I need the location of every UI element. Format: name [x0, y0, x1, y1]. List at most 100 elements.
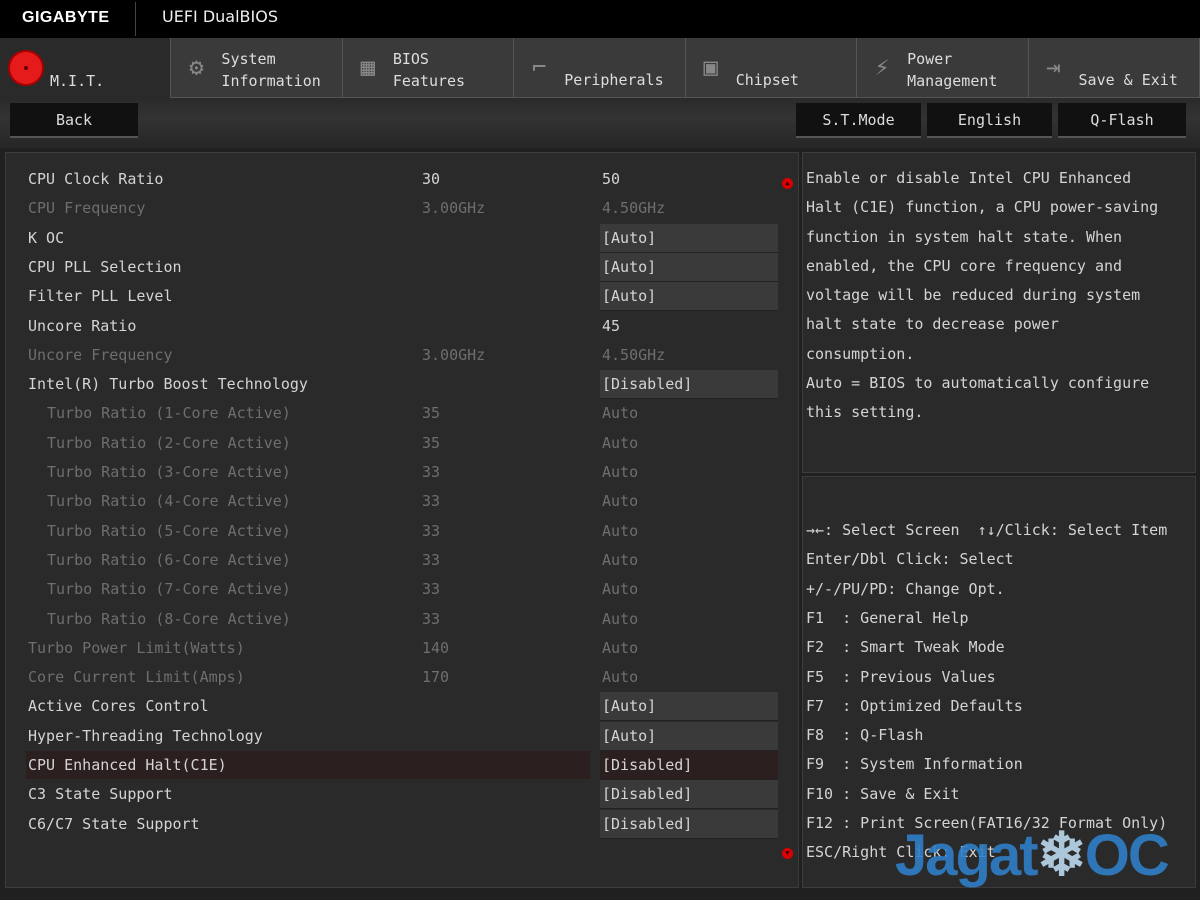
setting-current-value: 35	[422, 433, 441, 452]
setting-label: Hyper-Threading Technology	[28, 726, 263, 745]
jagatoc-watermark: Jagat❄OC	[895, 821, 1170, 888]
setting-row[interactable]: Filter PLL Level [Auto]	[28, 282, 780, 312]
gear-icon: ⚙	[189, 53, 204, 81]
setting-row[interactable]: Active Cores Control [Auto]	[28, 692, 780, 722]
tab-information[interactable]: ⚙ System Information	[171, 38, 343, 98]
setting-row: CPU Frequency 3.00GHz 4.50GHz	[28, 194, 780, 222]
key-help-line: F9 : System Information	[806, 755, 1023, 774]
tab-label-line1: Power	[907, 50, 953, 68]
tab-label: Chipset	[735, 71, 799, 89]
setting-value: Auto	[602, 463, 639, 481]
setting-label: Turbo Ratio (5-Core Active)	[47, 521, 291, 540]
snowflake-icon: ❄	[1036, 821, 1087, 888]
chipset-icon: ▣	[703, 53, 718, 81]
key-help-line: +/-/PU/PD: Change Opt.	[806, 579, 1005, 598]
setting-label: C3 State Support	[28, 785, 173, 804]
tab-label: M.I.T.	[50, 72, 105, 90]
tab-label-line1: System	[221, 50, 276, 68]
setting-value: 4.50GHz	[602, 199, 666, 218]
setting-label: Turbo Ratio (1-Core Active)	[47, 404, 291, 423]
setting-label: CPU PLL Selection	[28, 257, 182, 276]
tab-save-exit[interactable]: ⇥ Save & Exit	[1028, 38, 1200, 98]
setting-row[interactable]: CPU Clock Ratio 30 50	[28, 165, 780, 193]
key-help-line: F8 : Q-Flash	[806, 726, 924, 745]
setting-row: Turbo Ratio (3-Core Active) 33 Auto	[28, 458, 780, 486]
language-button[interactable]: English	[927, 103, 1052, 138]
setting-current-value: 35	[422, 404, 441, 423]
setting-row[interactable]: CPU PLL Selection [Auto]	[28, 252, 780, 282]
setting-value[interactable]: [Disabled]	[600, 370, 778, 400]
setting-label: Turbo Power Limit(Watts)	[28, 638, 245, 657]
tab-features[interactable]: ▦ BIOS Features	[342, 38, 515, 98]
setting-value[interactable]: [Auto]	[600, 252, 778, 282]
setting-label: Turbo Ratio (2-Core Active)	[47, 433, 291, 452]
setting-label: K OC	[28, 228, 65, 247]
setting-value[interactable]: 45	[600, 312, 778, 340]
header-divider	[135, 2, 136, 36]
setting-label: CPU Frequency	[28, 199, 146, 218]
back-button[interactable]: Back	[10, 103, 138, 138]
setting-row: Turbo Ratio (2-Core Active) 35 Auto	[28, 429, 780, 457]
setting-current-value: 33	[422, 580, 441, 599]
setting-current-value: 33	[422, 550, 441, 569]
setting-label: CPU Enhanced Halt(C1E)	[28, 756, 227, 774]
setting-label: Active Cores Control	[28, 697, 209, 716]
setting-value: Auto	[602, 668, 639, 687]
tab-label: Features	[392, 72, 466, 90]
setting-value[interactable]: [Auto]	[600, 282, 778, 312]
setting-row[interactable]: K OC [Auto]	[28, 223, 780, 253]
qflash-button[interactable]: Q-Flash	[1058, 103, 1186, 138]
setting-current-value: 170	[422, 668, 450, 687]
setting-value[interactable]: [Disabled]	[600, 780, 778, 810]
setting-label: Uncore Frequency	[28, 345, 173, 364]
setting-description: Enable or disable Intel CPU Enhanced Hal…	[806, 169, 1159, 422]
setting-value: Auto	[602, 404, 639, 423]
setting-row: Core Current Limit(Amps) 170 Auto	[28, 663, 780, 691]
scroll-down-icon[interactable]: ▼	[782, 848, 793, 859]
tab-m-i-t[interactable]: M.I.T.	[0, 38, 172, 98]
key-help-line: F10 : Save & Exit	[806, 784, 960, 803]
key-help-line: F2 : Smart Tweak Mode	[806, 638, 1005, 657]
tab-management[interactable]: ⚡ Power Management	[857, 38, 1029, 98]
bios-chip-icon: ▦	[360, 53, 376, 81]
tab-chipset[interactable]: ▣ Chipset	[685, 38, 858, 98]
key-help-line: F1 : General Help	[806, 608, 969, 627]
tab-label: Management	[907, 72, 998, 90]
setting-label: Turbo Ratio (6-Core Active)	[47, 550, 291, 569]
setting-value: Auto	[602, 492, 639, 511]
setting-value: Auto	[602, 550, 639, 569]
setting-row[interactable]: Intel(R) Turbo Boost Technology [Disabled…	[28, 370, 780, 400]
setting-value[interactable]: 50	[600, 165, 778, 193]
setting-row[interactable]: C6/C7 State Support [Disabled]	[28, 809, 780, 839]
setting-value: Auto	[602, 609, 639, 628]
setting-label: Filter PLL Level	[28, 287, 173, 306]
setting-current-value: 33	[422, 492, 441, 511]
tab-label-line1: BIOS	[392, 50, 429, 68]
st-mode-button[interactable]: S.T.Mode	[796, 103, 921, 138]
setting-label: Core Current Limit(Amps)	[28, 668, 245, 687]
setting-label: CPU Clock Ratio	[28, 170, 164, 188]
setting-row[interactable]: C3 State Support [Disabled]	[28, 780, 780, 810]
key-help-line: F5 : Previous Values	[806, 667, 996, 686]
setting-label: Turbo Ratio (8-Core Active)	[47, 609, 291, 628]
setting-label: C6/C7 State Support	[28, 814, 200, 833]
setting-row[interactable]: Hyper-Threading Technology [Auto]	[28, 721, 780, 751]
setting-current-value: 3.00GHz	[422, 345, 486, 364]
setting-row: Turbo Ratio (7-Core Active) 33 Auto	[28, 575, 780, 603]
setting-value[interactable]: [Auto]	[600, 223, 778, 253]
tab-peripherals[interactable]: ⌐ Peripherals	[514, 38, 686, 98]
power-icon: ⚡	[874, 53, 890, 81]
setting-row[interactable]: CPU Enhanced Halt(C1E) [Disabled]	[26, 751, 780, 780]
scroll-up-icon[interactable]: ▲	[782, 178, 793, 189]
setting-row: Turbo Ratio (6-Core Active) 33 Auto	[28, 546, 780, 574]
setting-row[interactable]: Uncore Ratio 45	[28, 312, 780, 340]
setting-value[interactable]: [Disabled]	[600, 809, 778, 839]
setting-row: Turbo Ratio (4-Core Active) 33 Auto	[28, 487, 780, 515]
setting-value[interactable]: [Auto]	[600, 721, 778, 751]
setting-current-value: 30	[422, 170, 441, 188]
setting-value[interactable]: [Disabled]	[600, 751, 778, 780]
scrollbar[interactable]: ▲ ▼	[782, 178, 793, 863]
setting-row: Uncore Frequency 3.00GHz 4.50GHz	[28, 341, 780, 369]
setting-current-value: 33	[422, 609, 441, 628]
setting-value[interactable]: [Auto]	[600, 692, 778, 722]
